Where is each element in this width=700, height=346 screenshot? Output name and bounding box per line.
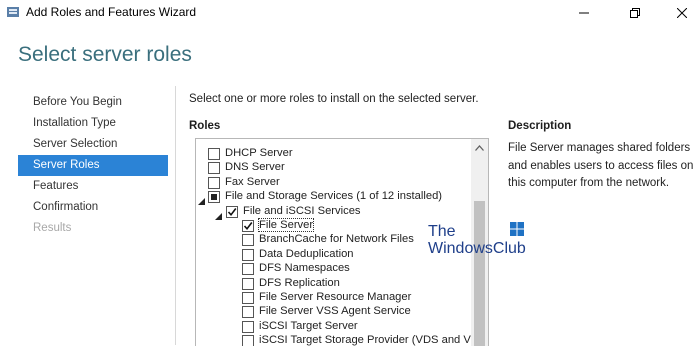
role-label: iSCSI Target Server [259, 319, 358, 332]
role-checkbox[interactable] [242, 234, 254, 247]
chevron-up-icon[interactable] [471, 139, 488, 156]
role-checkbox[interactable] [226, 205, 238, 218]
role-checkbox[interactable] [242, 320, 254, 333]
role-label: Fax Server [225, 175, 280, 188]
nav-divider [175, 86, 176, 345]
role-checkbox[interactable] [242, 335, 254, 346]
close-icon [677, 8, 687, 18]
window-title: Add Roles and Features Wizard [26, 5, 197, 19]
close-button[interactable] [660, 0, 700, 26]
expander-arrow-icon[interactable] [214, 208, 223, 220]
role-checkbox[interactable] [242, 220, 254, 232]
expander-arrow-icon[interactable] [197, 193, 206, 206]
role-item[interactable]: File Server Resource Manager [196, 291, 471, 306]
role-item[interactable]: iSCSI Target Server [196, 319, 471, 335]
role-label: BranchCache for Network Files [259, 233, 414, 246]
role-item[interactable]: File and Storage Services (1 of 12 insta… [196, 190, 471, 206]
windowsclub-logo-icon [510, 222, 524, 236]
minimize-button[interactable] [562, 0, 606, 26]
restore-icon [630, 8, 640, 18]
role-checkbox[interactable] [208, 148, 220, 160]
nav-server-selection[interactable]: Server Selection [18, 134, 168, 155]
role-checkbox[interactable] [242, 277, 254, 290]
role-checkbox[interactable] [242, 306, 254, 319]
nav-server-roles[interactable]: Server Roles [18, 155, 168, 176]
description-heading: Description [508, 120, 572, 132]
role-item[interactable]: Fax Server [196, 175, 471, 191]
nav-confirmation[interactable]: Confirmation [18, 197, 168, 218]
wizard-nav: Before You Begin Installation Type Serve… [18, 92, 168, 239]
role-label: DFS Replication [259, 276, 340, 289]
description-text: File Server manages shared folders and e… [508, 142, 694, 189]
role-checkbox[interactable] [208, 176, 220, 189]
role-label: File Server VSS Agent Service [259, 305, 411, 318]
nav-features[interactable]: Features [18, 176, 168, 197]
role-checkbox[interactable] [242, 248, 254, 261]
title-bar: Add Roles and Features Wizard [0, 0, 700, 26]
role-label: File Server [257, 218, 315, 232]
role-label: DHCP Server [225, 147, 293, 159]
role-checkbox[interactable] [208, 162, 220, 175]
instruction-text: Select one or more roles to install on t… [189, 93, 479, 105]
watermark-line2: WindowsClub [428, 240, 526, 257]
role-item[interactable]: DFS Namespaces [196, 262, 471, 277]
role-checkbox[interactable] [208, 191, 220, 204]
role-label: DFS Namespaces [259, 262, 350, 275]
role-label: iSCSI Target Storage Provider (VDS and V… [259, 334, 489, 346]
nav-installation-type[interactable]: Installation Type [18, 113, 168, 134]
minimize-icon [579, 12, 589, 14]
roles-heading: Roles [189, 120, 221, 132]
role-label: DNS Server [225, 161, 285, 174]
role-item[interactable]: DFS Replication [196, 276, 471, 292]
role-label: File and iSCSI Services [243, 204, 361, 217]
role-item[interactable]: DHCP Server [196, 147, 471, 162]
role-checkbox[interactable] [242, 263, 254, 276]
role-label: File and Storage Services (1 of 12 insta… [225, 190, 443, 203]
nav-before-you-begin[interactable]: Before You Begin [18, 92, 168, 113]
restore-button[interactable] [613, 0, 657, 26]
role-checkbox[interactable] [242, 292, 254, 304]
role-item[interactable]: DNS Server [196, 161, 471, 176]
role-label: File Server Resource Manager [259, 291, 412, 303]
role-item[interactable]: iSCSI Target Storage Provider (VDS and V… [196, 334, 488, 346]
page-title: Select server roles [18, 43, 192, 66]
role-item[interactable]: File and iSCSI Services [196, 204, 471, 220]
role-item[interactable]: File Server VSS Agent Service [196, 305, 471, 320]
nav-results: Results [33, 222, 72, 234]
role-label: Data Deduplication [259, 247, 354, 260]
server-manager-icon [6, 5, 20, 19]
